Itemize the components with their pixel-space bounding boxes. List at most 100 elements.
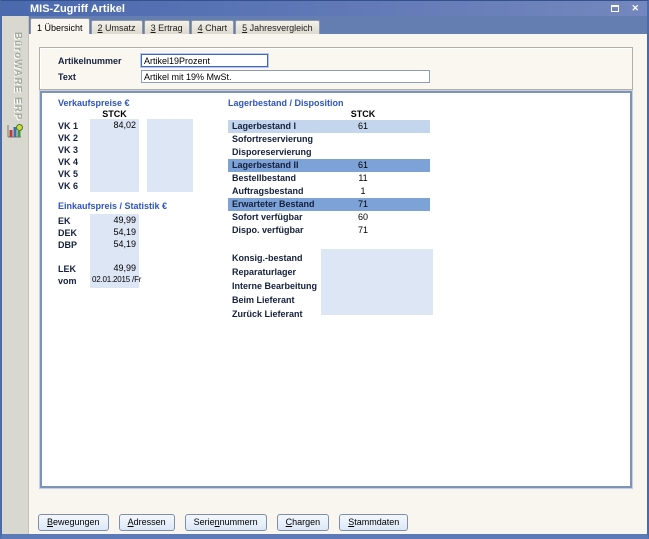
row-label: VK 3 [58,144,78,156]
consignment-labels: Konsig.-bestand Reparaturlager Interne B… [228,251,317,321]
bottom-button-row: Bewegungen Adressen Seriennummern Charge… [38,514,408,531]
row-value: 11 [318,172,408,185]
row-label: Interne Bearbeitung [228,279,317,293]
tab-bar: 1 Übersicht 2 Umsatz 3 Ertrag 4 Chart 5 … [29,16,647,34]
row-label: Bestellbestand [232,172,296,185]
row-label: VK 4 [58,156,78,168]
table-row: Disporeservierung [228,146,430,159]
close-icon[interactable]: ✕ [631,4,639,13]
button-label: nummern [220,517,258,527]
row-value: 49,99 [90,262,139,274]
tab-label: Chart [203,23,228,33]
window-controls: ✕ [611,4,639,13]
sales-price-value-column: 84,02 [90,119,139,192]
row-value: 54,19 [90,226,139,238]
row-label: Auftragsbestand [232,185,304,198]
row-label: Dispo. verfügbar [232,224,304,237]
artikelnummer-field[interactable] [141,54,268,67]
table-row: Dispo. verfügbar 71 [228,224,430,237]
row-label: DBP [58,239,77,251]
button-label: ewegungen [53,517,100,527]
tab-label: Jahresvergleich [247,23,313,33]
row-value: 84,02 [90,119,139,131]
tab-chart[interactable]: 4 Chart [191,20,235,34]
tab-label: Ertrag [156,23,183,33]
stammdaten-button[interactable]: Stammdaten [339,514,408,531]
purchase-labels: EK DEK DBP LEK vom [58,215,77,287]
row-label: VK 2 [58,132,78,144]
row-label: Lagerbestand II [232,159,299,172]
row-value: 71 [318,224,408,237]
row-value: 54,19 [90,238,139,250]
table-row: Erwarteter Bestand 71 [228,198,430,211]
text-field[interactable] [141,70,430,83]
button-label: tammdaten [354,517,399,527]
row-value [90,179,139,191]
row-label: EK [58,215,77,227]
sales-prices-title: Verkaufspreise € [58,98,130,108]
row-value-date: 02.01.2015 /Fr [90,274,139,286]
row-label: Lagerbestand I [232,120,296,133]
table-row: Sofortreservierung [228,133,430,146]
purchase-value-column: 49,99 54,19 54,19 49,99 02.01.2015 /Fr [90,214,139,288]
row-label [58,251,77,263]
stock-stck-header: STCK [318,109,408,119]
adressen-button[interactable]: Adressen [119,514,175,531]
row-value [90,250,139,262]
row-label: Erwarteter Bestand [232,198,315,211]
tab-page-uebersicht: Artikelnummer Text Verkaufspreise € STCK… [29,34,647,534]
restore-icon[interactable] [611,5,619,12]
stock-disposition-title: Lagerbestand / Disposition [228,98,344,108]
sales-stck-header: STCK [90,109,139,119]
app-window: MIS-Zugriff Artikel ✕ BüroWARE ERP [0,0,649,539]
row-value: 49,99 [90,214,139,226]
row-label: Zurück Lieferant [228,307,317,321]
button-label: Serie [194,517,215,527]
button-label: hargen [292,517,320,527]
window-title: MIS-Zugriff Artikel [30,3,125,15]
tab-jahresvergleich[interactable]: 5 Jahresvergleich [235,20,320,34]
purchase-stats-title: Einkaufspreis / Statistik € [58,201,167,211]
sales-price-labels: VK 1 VK 2 VK 3 VK 4 VK 5 VK 6 [58,120,78,192]
seriennummern-button[interactable]: Seriennummern [185,514,267,531]
table-row: Bestellbestand 11 [228,172,430,185]
table-row: Lagerbestand II 61 [228,159,430,172]
row-label: Sofortreservierung [232,133,313,146]
row-value: 61 [318,120,408,133]
row-label: DEK [58,227,77,239]
table-row: Lagerbestand I 61 [228,120,430,133]
row-value: 60 [318,211,408,224]
row-label: Beim Lieferant [228,293,317,307]
tab-label: Umsatz [103,23,136,33]
main-area: 1 Übersicht 2 Umsatz 3 Ertrag 4 Chart 5 … [29,16,647,534]
tab-umsatz[interactable]: 2 Umsatz [91,20,143,34]
tab-ertrag[interactable]: 3 Ertrag [144,20,190,34]
row-value: 1 [318,185,408,198]
text-label: Text [58,72,76,82]
button-label: dressen [134,517,166,527]
row-value [90,167,139,179]
tab-uebersicht[interactable]: 1 Übersicht [30,18,90,34]
table-row: Sofort verfügbar 60 [228,211,430,224]
row-value [90,143,139,155]
row-label: vom [58,275,77,287]
overview-panel: Verkaufspreise € STCK VK 1 VK 2 VK 3 VK … [40,91,632,488]
consignment-value-box [321,249,433,315]
row-label: Sofort verfügbar [232,211,303,224]
chargen-button[interactable]: Chargen [277,514,330,531]
chart-icon[interactable] [5,123,25,140]
bewegungen-button[interactable]: Bewegungen [38,514,109,531]
titlebar: MIS-Zugriff Artikel ✕ [2,1,647,16]
sales-price-empty-column [147,119,193,192]
row-label: Reparaturlager [228,265,317,279]
brand-sidebar: BüroWARE ERP [2,16,29,534]
row-value [90,155,139,167]
row-value: 61 [318,159,408,172]
window-body: BüroWARE ERP 1 Übersicht 2 Umsatz [2,16,647,534]
row-value [90,131,139,143]
row-label: LEK [58,263,77,275]
artikelnummer-label: Artikelnummer [58,56,122,66]
row-value: 71 [318,198,408,211]
row-label: VK 5 [58,168,78,180]
row-label: VK 1 [58,120,78,132]
